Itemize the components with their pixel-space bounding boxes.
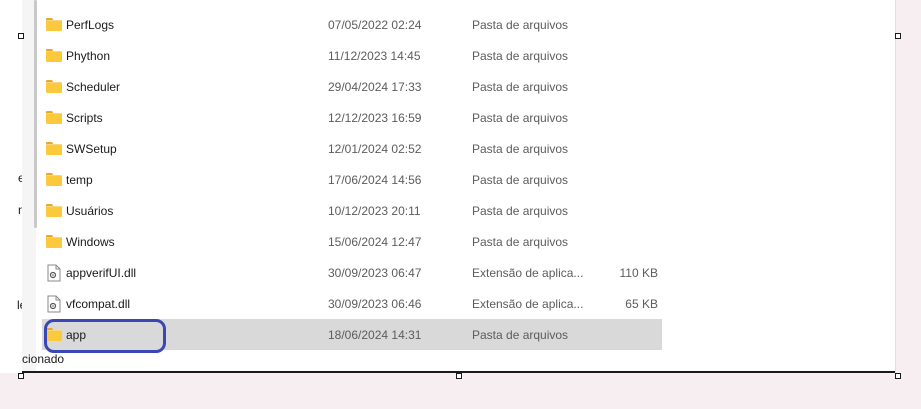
resize-handle[interactable] (895, 373, 901, 379)
file-name-cell: SWSetup (46, 142, 117, 156)
file-date-modified: 12/01/2024 02:52 (328, 141, 422, 156)
file-type: Extensão de aplica... (472, 265, 584, 280)
file-type: Pasta de arquivos (472, 327, 569, 342)
file-date-modified: 17/06/2024 14:56 (328, 172, 422, 187)
file-name-cell: app (46, 328, 86, 342)
file-name: Usuários (66, 203, 114, 218)
file-name: Scheduler (66, 79, 121, 94)
file-date-modified: 18/06/2024 14:31 (328, 327, 422, 342)
file-type: Pasta de arquivos (472, 110, 569, 125)
file-type: Pasta de arquivos (472, 141, 569, 156)
file-type: Extensão de aplica... (472, 296, 584, 311)
file-name-cell: appverifUI.dll (46, 264, 136, 282)
file-row[interactable]: Usuários 10/12/2023 20:11 Pasta de arquivo… (42, 195, 662, 226)
file-row[interactable]: SWSetup 12/01/2024 02:52 Pasta de arquivos (42, 133, 662, 164)
window-right-border (895, 0, 896, 373)
dll-file-icon (46, 264, 62, 282)
file-date-modified: 07/05/2022 02:24 (328, 17, 422, 32)
status-bar-text: cionado (22, 352, 65, 366)
file-type: Pasta de arquivos (472, 48, 569, 63)
folder-icon (46, 235, 62, 248)
file-name: PerfLogs (66, 17, 115, 32)
file-date-modified: 30/09/2023 06:47 (328, 265, 422, 280)
resize-handle[interactable] (895, 33, 901, 39)
file-date-modified: 12/12/2023 16:59 (328, 110, 422, 125)
file-name: appverifUI.dll (66, 265, 137, 280)
file-row[interactable]: PerfLogs 07/05/2022 02:24 Pasta de arquivo… (42, 9, 662, 40)
folder-icon (46, 173, 62, 186)
folder-icon (46, 111, 62, 124)
navigation-pane-edge: e n le (0, 0, 22, 373)
folder-icon (46, 80, 62, 93)
folder-icon (46, 18, 62, 31)
file-name: SWSetup (66, 141, 117, 156)
file-row[interactable]: appverifUI.dll 30/09/2023 06:47 Extensão d… (42, 257, 662, 288)
file-row[interactable]: app 18/06/2024 14:31 Pasta de arquivos (42, 319, 662, 350)
folder-icon (46, 49, 62, 62)
file-row[interactable]: Scripts 12/12/2023 16:59 Pasta de arquivos (42, 102, 662, 133)
file-name: Scripts (66, 110, 103, 125)
resize-handle[interactable] (18, 33, 24, 39)
file-name-cell: Usuários (46, 204, 113, 218)
file-row[interactable]: Windows 15/06/2024 12:47 Pasta de arquivos (42, 226, 662, 257)
file-row[interactable]: Scheduler 29/04/2024 17:33 Pasta de arquiv… (42, 71, 662, 102)
file-type: Pasta de arquivos (472, 79, 569, 94)
file-row[interactable]: Phython 11/12/2023 14:45 Pasta de arquivos (42, 40, 662, 71)
file-date-modified: 30/09/2023 06:46 (328, 296, 422, 311)
file-type: Pasta de arquivos (472, 172, 569, 187)
file-name: vfcompat.dll (66, 296, 131, 311)
file-date-modified: 11/12/2023 14:45 (328, 48, 421, 63)
file-name: Windows (66, 234, 115, 249)
file-list: PerfLogs 07/05/2022 02:24 Pasta de arquivo… (42, 9, 662, 350)
navigation-pane-scroll-area (22, 0, 37, 373)
file-size: 110 KB (619, 265, 658, 280)
file-type: Pasta de arquivos (472, 234, 569, 249)
file-name: Phython (66, 48, 111, 63)
resize-handle[interactable] (456, 373, 462, 379)
file-name-cell: Phython (46, 49, 110, 63)
file-name-cell: Windows (46, 235, 115, 249)
file-type: Pasta de arquivos (472, 17, 569, 32)
navigation-pane-scrollbar[interactable] (34, 0, 37, 228)
file-name-cell: Scheduler (46, 80, 120, 94)
file-name: app (66, 327, 87, 342)
file-row[interactable]: vfcompat.dll 30/09/2023 06:46 Extensão de … (42, 288, 662, 319)
file-name-cell: PerfLogs (46, 18, 114, 32)
file-date-modified: 29/04/2024 17:33 (328, 79, 422, 94)
file-name: temp (66, 172, 93, 187)
resize-handle[interactable] (18, 373, 24, 379)
desktop-background-right (895, 0, 921, 409)
file-name-cell: Scripts (46, 111, 103, 125)
file-date-modified: 10/12/2023 20:11 (328, 203, 421, 218)
file-name-cell: vfcompat.dll (46, 295, 130, 313)
file-size: 65 KB (625, 296, 658, 311)
file-row[interactable]: temp 17/06/2024 14:56 Pasta de arquivos (42, 164, 662, 195)
file-name-cell: temp (46, 173, 93, 187)
file-date-modified: 15/06/2024 12:47 (328, 234, 422, 249)
folder-icon (46, 328, 62, 341)
dll-file-icon (46, 295, 62, 313)
folder-icon (46, 204, 62, 217)
folder-icon (46, 142, 62, 155)
file-type: Pasta de arquivos (472, 203, 569, 218)
